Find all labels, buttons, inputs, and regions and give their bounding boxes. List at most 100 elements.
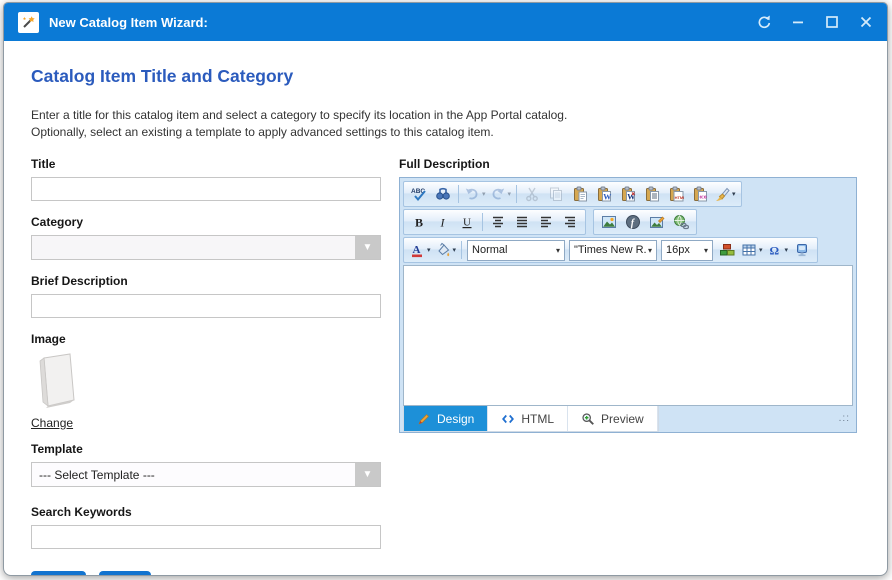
dropdown-arrow-icon[interactable]: ▾ bbox=[759, 246, 763, 254]
find-icon bbox=[435, 186, 451, 202]
svg-text:HTML: HTML bbox=[675, 195, 684, 200]
svg-text:U: U bbox=[463, 217, 471, 229]
copy-icon bbox=[548, 186, 564, 202]
toolbar-group: ABC ▾ ▾ WW HTML «» ▾ bbox=[403, 181, 742, 207]
paragraph-style-select[interactable]: Normal▾ bbox=[467, 240, 565, 261]
svg-text:B: B bbox=[415, 216, 423, 230]
next-button[interactable]: Next bbox=[99, 571, 151, 576]
cut-button[interactable] bbox=[520, 183, 544, 205]
editor-content-area[interactable] bbox=[403, 265, 853, 406]
align-center-button[interactable] bbox=[486, 211, 510, 233]
italic-button[interactable]: I bbox=[431, 211, 455, 233]
paste-word-button[interactable]: W bbox=[592, 183, 616, 205]
font-size-select[interactable]: 16px▾ bbox=[661, 240, 713, 261]
flash-icon: f bbox=[625, 214, 641, 230]
paste-text-button[interactable] bbox=[640, 183, 664, 205]
table-button[interactable]: ▾ bbox=[739, 239, 765, 261]
resize-grip[interactable]: .:: bbox=[839, 413, 850, 424]
redo-button[interactable]: ▾ bbox=[488, 183, 514, 205]
maximize-icon bbox=[824, 14, 840, 30]
copy-button[interactable] bbox=[544, 183, 568, 205]
font-name-select[interactable]: "Times New R...▾ bbox=[569, 240, 657, 261]
dropdown-arrow-icon[interactable]: ▾ bbox=[453, 246, 457, 254]
strip-format-button[interactable]: ▾ bbox=[712, 183, 738, 205]
paste-special-button[interactable]: «» bbox=[688, 183, 712, 205]
paste-word-icon: W bbox=[596, 186, 612, 202]
link-button[interactable] bbox=[669, 211, 693, 233]
dropdown-arrow-icon[interactable]: ▾ bbox=[732, 190, 736, 198]
dropdown-arrow-icon[interactable]: ▾ bbox=[427, 246, 431, 254]
dropdown-arrow-icon[interactable]: ▾ bbox=[508, 190, 512, 198]
refresh-icon bbox=[756, 14, 772, 30]
flash-button[interactable]: f bbox=[621, 211, 645, 233]
strip-format-icon bbox=[714, 186, 730, 202]
category-dropdown-arrow-icon[interactable]: ▼ bbox=[355, 236, 380, 259]
pencil-icon bbox=[417, 412, 431, 426]
template-dropdown[interactable]: --- Select Template --- ▼ bbox=[31, 462, 381, 487]
underline-button[interactable]: U bbox=[455, 211, 479, 233]
svg-text:«»: «» bbox=[699, 194, 707, 201]
italic-icon: I bbox=[435, 214, 451, 230]
tab-html[interactable]: HTML bbox=[488, 406, 568, 431]
template-label: Template bbox=[31, 442, 381, 456]
back-button[interactable]: Back bbox=[31, 571, 86, 576]
paste-word-clean-button[interactable]: W bbox=[616, 183, 640, 205]
minimize-button[interactable] bbox=[790, 15, 805, 30]
close-button[interactable] bbox=[858, 15, 873, 30]
template-dropdown-arrow-icon[interactable]: ▼ bbox=[355, 463, 380, 486]
blocks-button[interactable] bbox=[715, 239, 739, 261]
brief-description-label: Brief Description bbox=[31, 274, 381, 288]
spellcheck-button[interactable]: ABC bbox=[407, 183, 431, 205]
title-label: Title bbox=[31, 157, 381, 171]
dropdown-arrow-icon[interactable]: ▾ bbox=[785, 246, 789, 254]
align-right-icon bbox=[562, 214, 578, 230]
undo-icon bbox=[464, 186, 480, 202]
font-color-button[interactable]: A▾ bbox=[407, 239, 433, 261]
toolbar-separator bbox=[458, 185, 459, 203]
align-left-button[interactable] bbox=[534, 211, 558, 233]
undo-button[interactable]: ▾ bbox=[462, 183, 488, 205]
align-left-icon bbox=[538, 214, 554, 230]
window-controls bbox=[756, 15, 873, 30]
refresh-button[interactable] bbox=[756, 15, 771, 30]
paste-special-icon: «» bbox=[692, 186, 708, 202]
font-color-icon: A bbox=[409, 242, 425, 258]
paste-button[interactable] bbox=[568, 183, 592, 205]
blocks-icon bbox=[719, 242, 735, 258]
toolbar-separator bbox=[516, 185, 517, 203]
editor-toolbar-row1: ABC ▾ ▾ WW HTML «» ▾ bbox=[403, 181, 853, 207]
maximize-button[interactable] bbox=[824, 15, 839, 30]
preview-icon bbox=[581, 412, 595, 426]
title-input[interactable] bbox=[31, 177, 381, 201]
font-name-select-value: "Times New R... bbox=[570, 244, 646, 256]
image-button[interactable] bbox=[597, 211, 621, 233]
find-button[interactable] bbox=[431, 183, 455, 205]
bold-button[interactable]: B bbox=[407, 211, 431, 233]
module-button[interactable] bbox=[790, 239, 814, 261]
image-edit-icon bbox=[649, 214, 665, 230]
font-size-select-value: 16px bbox=[662, 244, 702, 256]
tab-preview[interactable]: Preview bbox=[568, 406, 658, 431]
tab-design[interactable]: Design bbox=[404, 406, 488, 431]
editor-toolbar-row2: BIUf bbox=[403, 209, 853, 235]
align-justify-button[interactable] bbox=[510, 211, 534, 233]
dropdown-arrow-icon[interactable]: ▾ bbox=[482, 190, 486, 198]
brief-description-input[interactable] bbox=[31, 294, 381, 318]
omega-button[interactable]: Ω▾ bbox=[765, 239, 791, 261]
toolbar-group: BIU bbox=[403, 209, 586, 235]
editor-toolbar-row3: A▾▾Normal▾"Times New R...▾16px▾▾Ω▾ bbox=[403, 237, 853, 263]
editor-mode-tabs: Design HTML Preview .:: bbox=[403, 406, 853, 432]
change-image-link[interactable]: Change bbox=[31, 416, 73, 430]
toolbar-group: f bbox=[593, 209, 697, 235]
chevron-down-icon: ▾ bbox=[646, 246, 656, 255]
svg-text:A: A bbox=[413, 244, 421, 256]
search-keywords-input[interactable] bbox=[31, 525, 381, 549]
fill-color-button[interactable]: ▾ bbox=[433, 239, 459, 261]
paste-html-button[interactable]: HTML bbox=[664, 183, 688, 205]
image-edit-button[interactable] bbox=[645, 211, 669, 233]
category-dropdown[interactable]: ▼ bbox=[31, 235, 381, 260]
toolbar-separator bbox=[482, 213, 483, 231]
paste-word-clean-icon: W bbox=[620, 186, 636, 202]
close-icon bbox=[858, 14, 874, 30]
align-right-button[interactable] bbox=[558, 211, 582, 233]
